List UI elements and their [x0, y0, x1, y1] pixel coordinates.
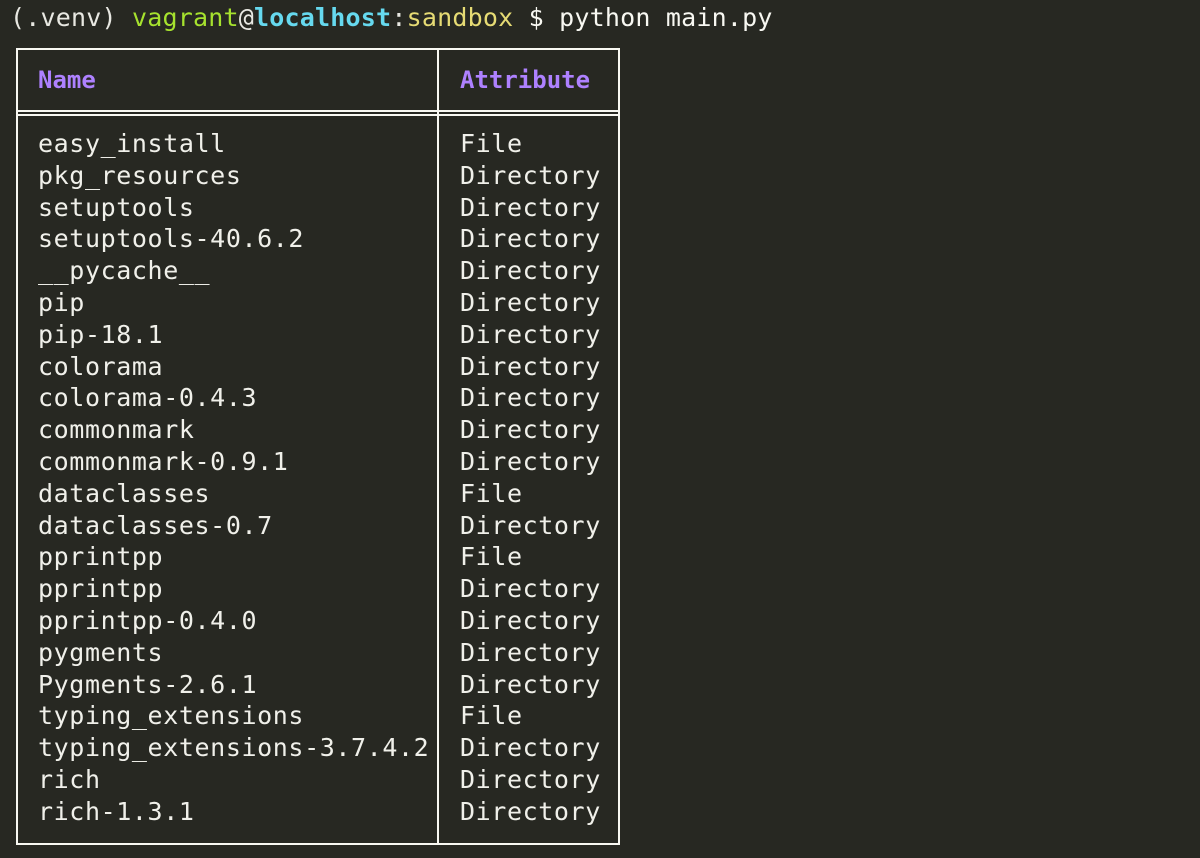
cell-attribute: Directory: [460, 287, 601, 317]
table-row: typing_extensions File: [16, 700, 616, 732]
table-row: setuptools-40.6.2 Directory: [16, 223, 616, 255]
output-table: Name Attribute easy_install File pkg_resou…: [16, 48, 620, 845]
table-row: pprintpp Directory: [16, 573, 616, 605]
cell-attribute: File: [460, 478, 523, 508]
prompt-host: localhost: [254, 3, 392, 32]
table-row: colorama Directory: [16, 351, 616, 383]
cell-attribute: Directory: [460, 351, 601, 381]
table-row: rich Directory: [16, 764, 616, 796]
cell-name: typing_extensions-3.7.4.2: [38, 733, 430, 763]
table-row: pprintpp File: [16, 541, 616, 573]
cell-name: pprintpp: [38, 542, 164, 572]
prompt-command: $ python main.py: [513, 3, 773, 32]
table-row: dataclasses File: [16, 478, 616, 510]
cell-name: pygments: [38, 637, 164, 667]
cell-attribute: Directory: [460, 637, 601, 667]
cell-name: dataclasses-0.7: [38, 510, 273, 540]
table-row: pprintpp-0.4.0 Directory: [16, 605, 616, 637]
table-row: pkg_resources Directory: [16, 160, 616, 192]
table-header-divider: [16, 110, 620, 112]
cell-attribute: Directory: [460, 764, 601, 794]
column-header-name: Name: [38, 66, 96, 94]
table-row: typing_extensions-3.7.4.2 Directory: [16, 732, 616, 764]
prompt-venv: (.venv): [10, 3, 133, 32]
cell-name: commonmark-0.9.1: [38, 446, 289, 476]
prompt-colon: :: [391, 3, 407, 32]
cell-attribute: File: [460, 129, 523, 158]
cell-name: colorama: [38, 351, 164, 381]
table-row: commonmark Directory: [16, 414, 616, 446]
cell-attribute: Directory: [460, 669, 601, 699]
table-body: easy_install File pkg_resources Directory se…: [16, 128, 616, 828]
cell-name: colorama-0.4.3: [38, 383, 258, 413]
cell-attribute: File: [460, 542, 523, 572]
cell-name: rich: [38, 764, 101, 794]
table-row: __pycache__ Directory: [16, 255, 616, 287]
cell-attribute: Directory: [460, 319, 601, 349]
table-row: Pygments-2.6.1 Directory: [16, 669, 616, 701]
table-row: setuptools Directory: [16, 192, 616, 224]
table-row: dataclasses-0.7 Directory: [16, 510, 616, 542]
table-header-divider-lower: [16, 114, 620, 116]
cell-attribute: Directory: [460, 160, 601, 190]
prompt-at: @: [238, 3, 255, 32]
cell-name: pkg_resources: [38, 160, 242, 190]
table-row: colorama-0.4.3 Directory: [16, 382, 616, 414]
cell-attribute: Directory: [460, 256, 601, 286]
cell-name: __pycache__: [38, 256, 211, 286]
prompt-directory: sandbox: [406, 3, 514, 32]
cell-attribute: File: [460, 701, 523, 731]
cell-attribute: Directory: [460, 192, 601, 222]
cell-attribute: Directory: [460, 796, 601, 826]
cell-attribute: Directory: [460, 510, 601, 540]
cell-name: rich-1.3.1: [38, 796, 195, 826]
cell-name: pip-18.1: [38, 319, 164, 349]
table-row: easy_install File: [16, 128, 616, 160]
cell-name: setuptools-40.6.2: [38, 224, 305, 254]
shell-prompt-line: (.venv) vagrant@localhost:sandbox $ pyth…: [10, 2, 773, 34]
cell-name: Pygments-2.6.1: [38, 669, 258, 699]
cell-name: dataclasses: [38, 478, 211, 508]
cell-name: setuptools: [38, 192, 195, 222]
cell-name: typing_extensions: [38, 701, 305, 731]
cell-name: commonmark: [38, 415, 195, 445]
cell-name: easy_install: [38, 129, 226, 158]
cell-attribute: Directory: [460, 446, 601, 476]
table-row: pip-18.1 Directory: [16, 319, 616, 351]
terminal-window[interactable]: (.venv) vagrant@localhost:sandbox $ pyth…: [0, 0, 1200, 858]
cell-attribute: Directory: [460, 605, 601, 635]
prompt-user: vagrant: [132, 3, 239, 32]
table-row: rich-1.3.1 Directory: [16, 796, 616, 828]
cell-name: pprintpp-0.4.0: [38, 605, 258, 635]
cell-name: pip: [38, 287, 85, 317]
cell-attribute: Directory: [460, 733, 601, 763]
cell-attribute: Directory: [460, 574, 601, 604]
table-row: pygments Directory: [16, 637, 616, 669]
cell-attribute: Directory: [460, 383, 601, 413]
cell-attribute: Directory: [460, 415, 601, 445]
cell-name: pprintpp: [38, 574, 164, 604]
table-row: commonmark-0.9.1 Directory: [16, 446, 616, 478]
cell-attribute: Directory: [460, 224, 601, 254]
column-header-attribute: Attribute: [460, 66, 591, 94]
table-row: pip Directory: [16, 287, 616, 319]
